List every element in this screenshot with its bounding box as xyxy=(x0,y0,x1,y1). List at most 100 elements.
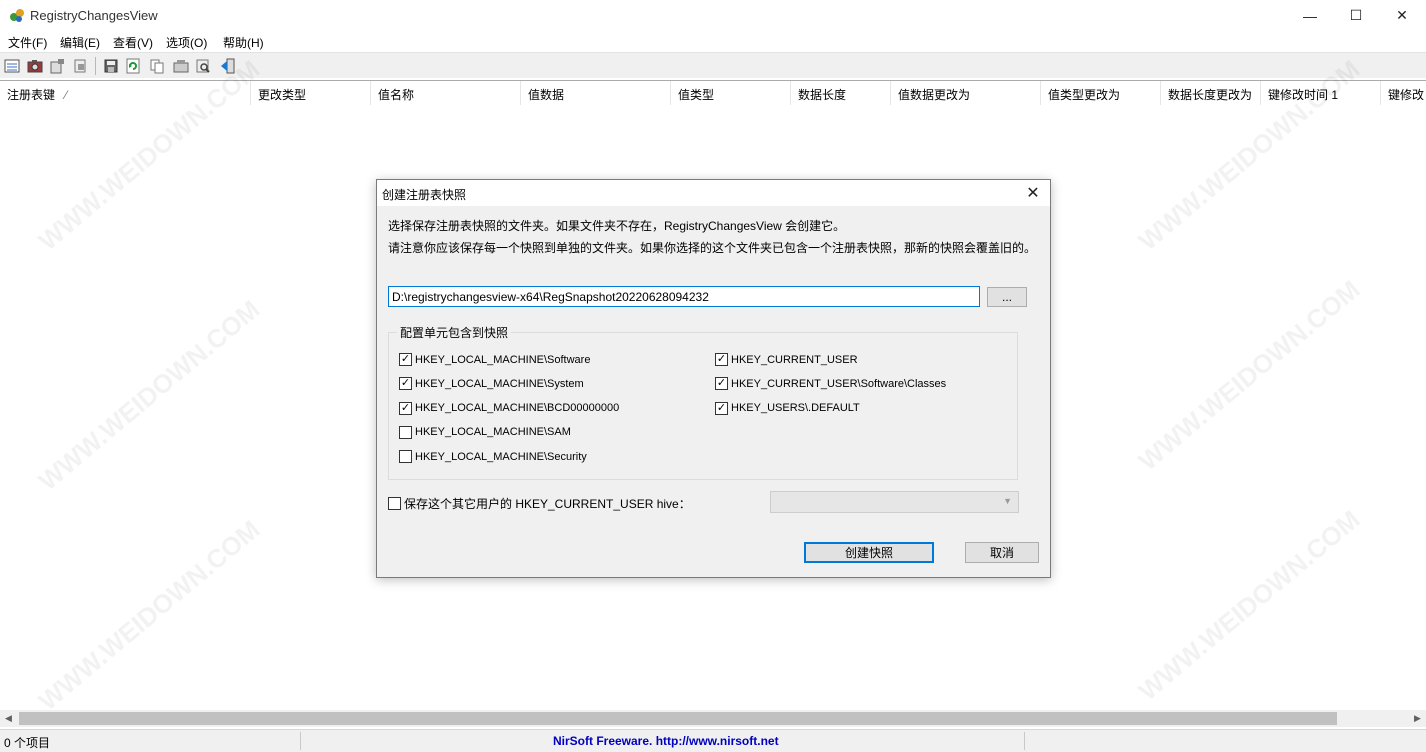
cancel-button[interactable]: 取消 xyxy=(965,542,1039,563)
menu-bar: 文件(F) 编辑(E) 查看(V) 选项(O) 帮助(H) xyxy=(0,31,1426,52)
scrollbar-thumb[interactable] xyxy=(19,712,1337,725)
properties-button[interactable] xyxy=(3,57,21,75)
dialog-close-button[interactable]: ✕ xyxy=(1022,183,1044,203)
column-key-modified[interactable]: 键修改 xyxy=(1381,81,1426,105)
html-report-icon xyxy=(173,60,189,73)
close-button[interactable]: ✕ xyxy=(1379,0,1425,31)
dialog-title: 创建注册表快照 xyxy=(382,188,467,202)
hives-group-label: 配置单元包含到快照 xyxy=(397,324,512,341)
hive-label: HKEY_LOCAL_MACHINE\BCD00000000 xyxy=(415,402,620,415)
hive-label: HKEY_LOCAL_MACHINE\Software xyxy=(415,353,591,366)
hive-checkbox-row[interactable]: ✓ HKEY_CURRENT_USER xyxy=(715,353,858,366)
hive-checkbox[interactable]: ✓ xyxy=(399,377,412,391)
toolbar-separator xyxy=(95,57,96,75)
instruction-line-1: 选择保存注册表快照的文件夹。如果文件夹不存在，RegistryChangesVi… xyxy=(388,219,846,233)
hive-checkbox[interactable]: ✓ xyxy=(715,353,728,366)
create-snapshot-button[interactable]: 创建快照 xyxy=(804,542,934,563)
minimize-icon: — xyxy=(1303,7,1317,24)
nirsoft-link[interactable]: NirSoft Freeware. http://www.nirsoft.net xyxy=(553,730,779,752)
title-bar: RegistryChangesView — ☐ ✕ xyxy=(0,0,1426,31)
hive-label: HKEY_CURRENT_USER xyxy=(731,353,858,366)
import-button[interactable] xyxy=(71,57,89,75)
column-key-modified-time-1[interactable]: 键修改时间 1 xyxy=(1261,81,1381,105)
hive-checkbox[interactable]: ✓ xyxy=(715,377,728,391)
menu-file[interactable]: 文件(F) xyxy=(8,34,47,51)
hive-checkbox-row[interactable]: ✓ HKEY_LOCAL_MACHINE\Software xyxy=(399,353,590,366)
column-change-type[interactable]: 更改类型 xyxy=(251,81,371,105)
column-value-data-changed[interactable]: 值数据更改为 xyxy=(891,81,1041,105)
column-data-length-changed[interactable]: 数据长度更改为 xyxy=(1161,81,1261,105)
export-button[interactable] xyxy=(48,57,66,75)
hive-checkbox-row[interactable]: ✓ HKEY_USERS\.DEFAULT xyxy=(715,401,860,415)
hive-checkbox-row[interactable]: HKEY_LOCAL_MACHINE\Security xyxy=(399,450,587,464)
hive-label: HKEY_LOCAL_MACHINE\System xyxy=(415,377,584,390)
dialog-title-bar: 创建注册表快照 ✕ xyxy=(377,180,1050,206)
hive-checkbox-row[interactable]: ✓ HKEY_CURRENT_USER\Software\Classes xyxy=(715,377,947,391)
refresh-button[interactable] xyxy=(124,57,142,75)
menu-options[interactable]: 选项(O) xyxy=(166,34,207,51)
menu-edit[interactable]: 编辑(E) xyxy=(60,34,100,51)
column-label: 数据长度 xyxy=(798,88,847,102)
hive-checkbox[interactable]: ✓ xyxy=(715,401,728,415)
hive-label: HKEY_LOCAL_MACHINE\Security xyxy=(415,450,587,463)
hive-checkbox-row[interactable]: HKEY_LOCAL_MACHINE\SAM xyxy=(399,425,571,439)
minimize-button[interactable]: — xyxy=(1287,0,1333,31)
exit-icon xyxy=(221,58,235,74)
snapshot-button[interactable] xyxy=(26,57,44,75)
properties-icon xyxy=(4,59,20,73)
horizontal-scrollbar[interactable]: ◀ ▶ xyxy=(0,710,1426,727)
hive-checkbox[interactable]: ✓ xyxy=(399,401,412,415)
create-snapshot-dialog: 创建注册表快照 ✕ 选择保存注册表快照的文件夹。如果文件夹不存在，Registr… xyxy=(376,179,1051,578)
column-value-type[interactable]: 值类型 xyxy=(671,81,791,105)
hive-checkbox[interactable]: ✓ xyxy=(399,353,412,366)
browse-button[interactable]: ... xyxy=(987,287,1027,307)
window-title: RegistryChangesView xyxy=(30,8,158,23)
hive-label: HKEY_USERS\.DEFAULT xyxy=(731,402,860,415)
other-user-checkbox[interactable] xyxy=(388,497,401,510)
camera-icon xyxy=(27,60,43,73)
status-separator xyxy=(300,732,301,750)
save-button[interactable] xyxy=(102,57,120,75)
other-user-checkbox-row[interactable]: 保存这个其它用户的 HKEY_CURRENT_USER hive： xyxy=(388,495,691,512)
hive-checkbox[interactable] xyxy=(399,450,412,464)
other-user-hive-select[interactable]: ▼ xyxy=(770,491,1019,513)
hive-checkbox[interactable] xyxy=(399,425,412,439)
column-value-type-changed[interactable]: 值类型更改为 xyxy=(1041,81,1161,105)
column-label: 值数据更改为 xyxy=(898,88,971,102)
save-icon xyxy=(104,59,118,73)
hive-checkbox-row[interactable]: ✓ HKEY_LOCAL_MACHINE\System xyxy=(399,377,584,391)
hive-label: HKEY_LOCAL_MACHINE\SAM xyxy=(415,426,571,439)
column-label: 更改类型 xyxy=(258,88,307,102)
maximize-button[interactable]: ☐ xyxy=(1333,0,1379,31)
column-data-length[interactable]: 数据长度 xyxy=(791,81,891,105)
app-icon xyxy=(10,9,24,22)
column-label: 值类型 xyxy=(678,88,715,102)
item-count: 0 个项目 xyxy=(4,736,51,750)
column-value-data[interactable]: 值数据 xyxy=(521,81,671,105)
exit-button[interactable] xyxy=(219,57,237,75)
column-label: 值名称 xyxy=(378,88,415,102)
status-separator xyxy=(1024,732,1025,750)
copy-button[interactable] xyxy=(148,57,166,75)
hive-label: HKEY_CURRENT_USER\Software\Classes xyxy=(731,377,947,390)
sort-indicator-icon: ⁄ xyxy=(65,88,68,102)
column-value-name[interactable]: 值名称 xyxy=(371,81,521,105)
column-label: 注册表键 xyxy=(7,88,56,102)
toolbar xyxy=(0,52,1426,78)
chevron-down-icon: ▼ xyxy=(1003,496,1012,506)
copy-icon xyxy=(150,59,164,74)
menu-view[interactable]: 查看(V) xyxy=(113,34,153,51)
hive-checkbox-row[interactable]: ✓ HKEY_LOCAL_MACHINE\BCD00000000 xyxy=(399,401,620,415)
column-label: 值数据 xyxy=(528,88,565,102)
column-registry-key[interactable]: 注册表键 ⁄ xyxy=(0,81,251,105)
scroll-left-icon[interactable]: ◀ xyxy=(0,710,17,727)
find-button[interactable] xyxy=(194,57,212,75)
snapshot-folder-input[interactable] xyxy=(388,286,980,307)
column-label: 键修改 xyxy=(1388,88,1425,102)
scroll-right-icon[interactable]: ▶ xyxy=(1409,710,1426,727)
find-icon xyxy=(196,59,210,73)
html-report-button[interactable] xyxy=(172,57,190,75)
menu-help[interactable]: 帮助(H) xyxy=(223,34,264,51)
column-label: 键修改时间 1 xyxy=(1268,88,1339,102)
close-icon: ✕ xyxy=(1026,185,1040,202)
